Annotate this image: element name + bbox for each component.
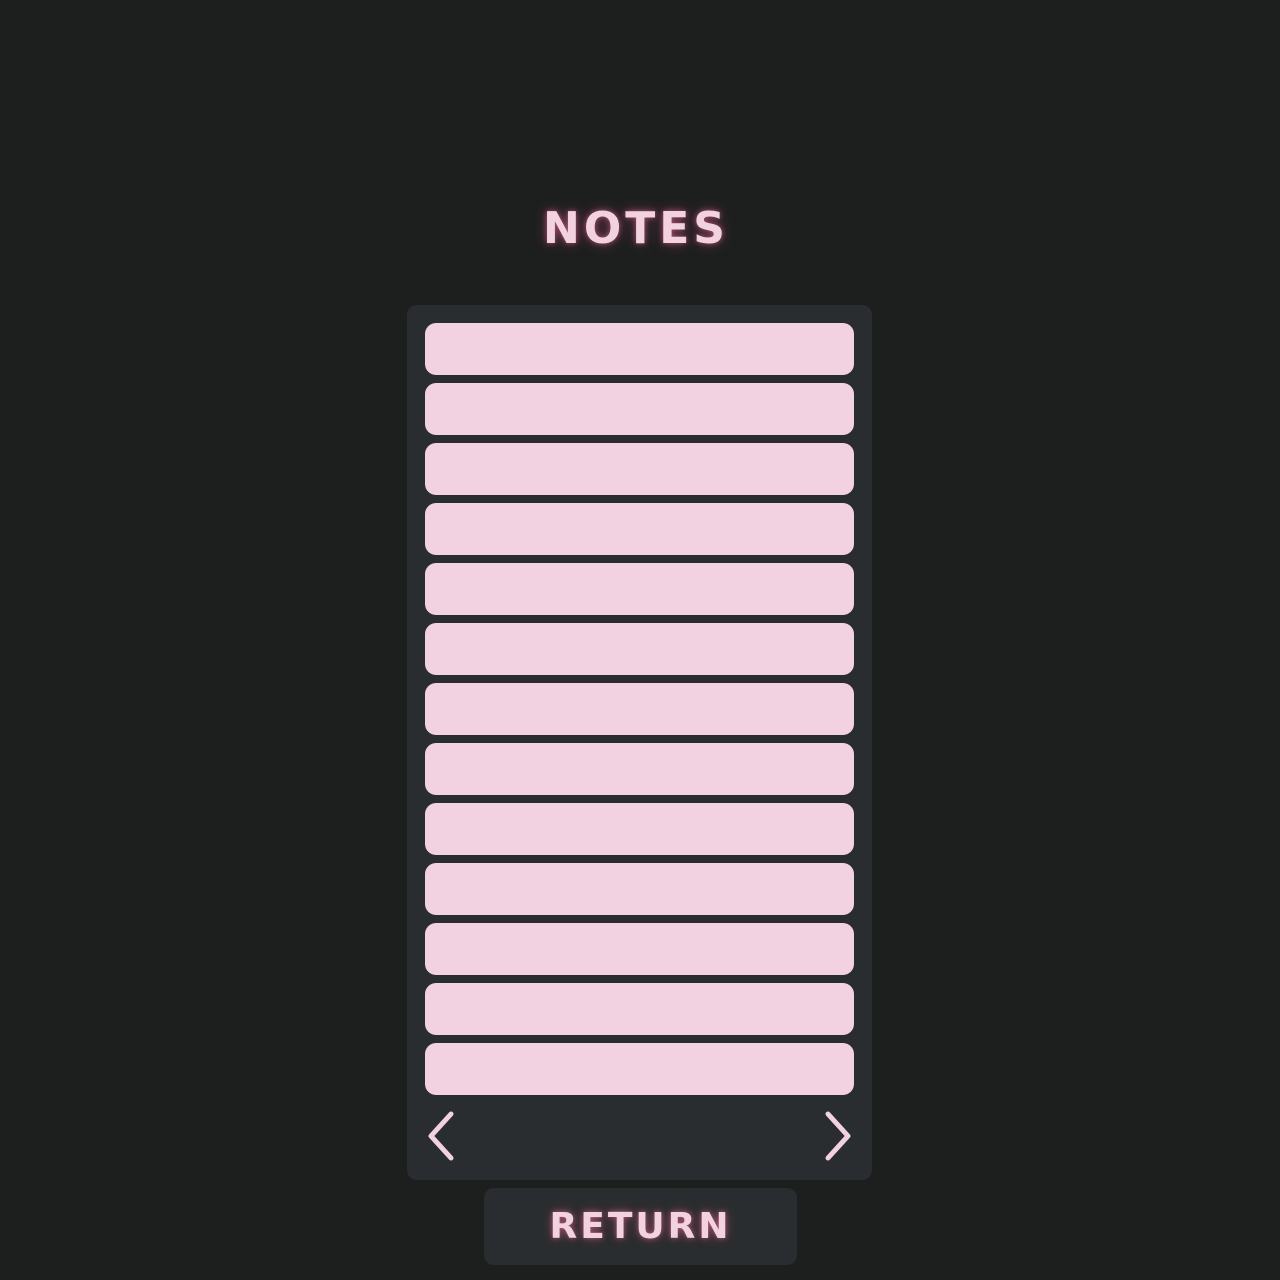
page-title: NOTES bbox=[543, 203, 729, 254]
next-page-button[interactable] bbox=[820, 1108, 860, 1164]
note-slot[interactable] bbox=[425, 1043, 854, 1095]
chevron-left-icon bbox=[428, 1111, 454, 1161]
note-slot[interactable] bbox=[425, 863, 854, 915]
chevron-right-icon bbox=[825, 1111, 851, 1161]
note-slot[interactable] bbox=[425, 323, 854, 375]
notes-panel bbox=[407, 305, 872, 1180]
note-slot[interactable] bbox=[425, 803, 854, 855]
note-slot[interactable] bbox=[425, 563, 854, 615]
note-slot[interactable] bbox=[425, 683, 854, 735]
note-slot[interactable] bbox=[425, 383, 854, 435]
note-slot[interactable] bbox=[425, 623, 854, 675]
note-slot[interactable] bbox=[425, 983, 854, 1035]
previous-page-button[interactable] bbox=[419, 1108, 459, 1164]
note-slot[interactable] bbox=[425, 503, 854, 555]
note-slot[interactable] bbox=[425, 923, 854, 975]
notes-list bbox=[425, 323, 854, 1103]
return-button-label: RETURN bbox=[549, 1206, 732, 1247]
note-slot[interactable] bbox=[425, 743, 854, 795]
note-slot[interactable] bbox=[425, 443, 854, 495]
return-button[interactable]: RETURN bbox=[484, 1188, 797, 1265]
